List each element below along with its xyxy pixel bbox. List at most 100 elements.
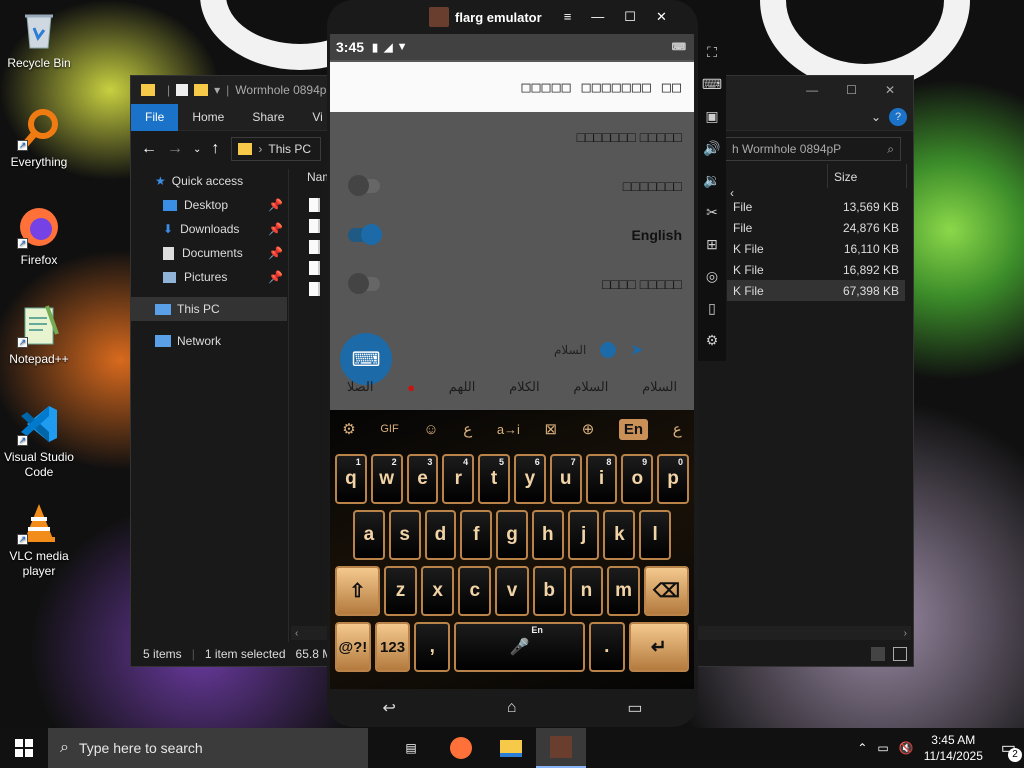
key-q[interactable]: 1q	[335, 454, 367, 504]
suggestion[interactable]: الصلا	[347, 379, 374, 395]
shake-icon[interactable]: ▯	[698, 292, 726, 324]
volume-down-icon[interactable]: 🔉	[698, 164, 726, 196]
key-l[interactable]: l	[639, 510, 672, 560]
ribbon-expand-icon[interactable]: ⌄	[863, 104, 889, 131]
menu-icon[interactable]: ≡	[564, 9, 572, 25]
sidebar-collapse-icon[interactable]: ‹	[730, 186, 734, 200]
key-d[interactable]: d	[424, 510, 457, 560]
toggle-on[interactable]	[348, 223, 382, 245]
table-row[interactable]: File 13,569 KB	[727, 196, 905, 217]
emulator-search-field[interactable]: □□□□□ □□□□□□□ □□	[330, 62, 694, 112]
home-nav-icon[interactable]: ⌂	[507, 699, 517, 717]
add-file-icon[interactable]: ⊞	[698, 228, 726, 260]
up-icon[interactable]: ↑	[211, 140, 219, 158]
key-n[interactable]: n	[569, 566, 603, 616]
toggle-off[interactable]	[348, 174, 380, 196]
nav-this-pc[interactable]: This PC	[131, 297, 287, 321]
location-icon[interactable]: ◎	[698, 260, 726, 292]
key-i[interactable]: 8i	[585, 454, 618, 504]
recent-locations-icon[interactable]: ⌄	[193, 144, 201, 155]
clipboard-icon[interactable]: ⊠	[545, 420, 558, 438]
shift-key-icon[interactable]: ⇧	[335, 566, 380, 616]
desktop-icon-vscode[interactable]: ↗ Visual Studio Code	[2, 402, 76, 480]
network-tray-icon[interactable]: ▭	[877, 741, 888, 755]
minimize-icon[interactable]: —	[806, 83, 818, 97]
quick-access-dropdown-icon[interactable]: ▾	[214, 83, 220, 97]
nav-pictures[interactable]: Pictures 📌	[131, 265, 287, 289]
show-hidden-icons-icon[interactable]: ⌃	[857, 741, 867, 755]
taskbar-firefox-icon[interactable]	[436, 728, 486, 768]
table-row[interactable]: File 24,876 KB	[727, 217, 905, 238]
settings-gear-icon[interactable]: ⚙	[698, 324, 726, 356]
maximize-icon[interactable]: ☐	[846, 83, 857, 97]
new-folder-icon[interactable]	[194, 84, 209, 96]
key-e[interactable]: 3e	[406, 454, 439, 504]
desktop-icon-recycle-bin[interactable]: Recycle Bin	[2, 8, 76, 71]
arabic-script-icon[interactable]: ع	[463, 420, 472, 438]
suggestion[interactable]: اللهم	[449, 379, 476, 395]
suggestion[interactable]: السلام	[573, 379, 608, 395]
scroll-left-icon[interactable]: ‹	[295, 628, 298, 639]
maximize-icon[interactable]: ☐	[624, 9, 636, 25]
nav-downloads[interactable]: ⬇ Downloads 📌	[131, 217, 287, 241]
taskbar-search[interactable]: ⌕ Type here to search	[48, 728, 368, 768]
transliteration-icon[interactable]: a→i	[497, 422, 520, 437]
language-en-button[interactable]: En	[618, 418, 649, 440]
tab-home[interactable]: Home	[178, 104, 238, 131]
toggle-off[interactable]	[348, 272, 380, 294]
key-a[interactable]: a	[353, 510, 385, 560]
space-key[interactable]: 🎤 En	[454, 622, 585, 672]
language-ar-button[interactable]: ع	[673, 420, 682, 438]
setting-row-1[interactable]: □□□□□□□	[330, 161, 694, 210]
enter-key-icon[interactable]: ↵	[628, 622, 689, 672]
desktop-icon-vlc[interactable]: ↗ VLC media player	[2, 501, 76, 579]
emoji-icon[interactable]: ☺	[423, 421, 438, 438]
period-key[interactable]: .	[588, 622, 625, 672]
start-button[interactable]	[0, 728, 48, 768]
key-s[interactable]: s	[388, 510, 421, 560]
install-apk-icon[interactable]: ▣	[698, 100, 726, 132]
key-v[interactable]: v	[495, 566, 529, 616]
gif-icon[interactable]: GIF	[380, 423, 398, 435]
tab-file[interactable]: File	[131, 103, 179, 131]
table-row-selected[interactable]: K File 67,398 KB	[727, 280, 905, 301]
key-t[interactable]: 5t	[478, 454, 510, 504]
key-f[interactable]: f	[460, 510, 493, 560]
scroll-right-icon[interactable]: ›	[904, 628, 907, 639]
nav-quick-access[interactable]: ★ Quick access	[131, 169, 287, 193]
key-x[interactable]: x	[421, 566, 455, 616]
send-icon[interactable]: ➤	[630, 340, 643, 360]
backspace-key-icon[interactable]: ⌫	[644, 566, 690, 616]
gear-icon[interactable]: ⚙	[342, 420, 355, 438]
nav-network[interactable]: Network	[131, 329, 287, 353]
table-row[interactable]: K File 16,110 KB	[727, 238, 905, 259]
nav-desktop[interactable]: Desktop 📌	[131, 193, 287, 217]
properties-icon[interactable]	[176, 84, 189, 96]
column-header-size[interactable]: Size	[827, 164, 907, 188]
symbols-key[interactable]: @?!	[335, 622, 371, 672]
help-icon[interactable]: ?	[889, 108, 907, 126]
key-m[interactable]: m	[606, 566, 641, 616]
emoji-icon[interactable]	[600, 342, 617, 358]
suggest-word[interactable]: السلام	[554, 343, 586, 357]
key-z[interactable]: z	[383, 566, 418, 616]
screenshot-icon[interactable]: ✂	[698, 196, 726, 228]
minimize-icon[interactable]: —	[591, 9, 604, 25]
task-view-icon[interactable]: ▤	[386, 728, 436, 768]
fullscreen-icon[interactable]: ⛶	[698, 36, 726, 68]
key-g[interactable]: g	[496, 510, 528, 560]
numbers-key[interactable]: 123	[374, 622, 411, 672]
notifications-icon[interactable]: ▭ 2	[1001, 738, 1022, 762]
suggestion[interactable]: الكلام	[509, 379, 540, 395]
key-j[interactable]: j	[567, 510, 600, 560]
suggestion[interactable]: السلام	[642, 379, 677, 395]
key-h[interactable]: h	[531, 510, 564, 560]
table-row[interactable]: K File 16,892 KB	[727, 259, 905, 280]
large-icons-view-icon[interactable]	[893, 647, 907, 661]
key-k[interactable]: k	[603, 510, 636, 560]
globe-icon[interactable]: ⊕	[582, 420, 595, 438]
key-p[interactable]: 0p	[657, 454, 689, 504]
taskbar-explorer-icon[interactable]	[486, 728, 536, 768]
address-bar[interactable]: › This PC	[231, 137, 322, 161]
forward-icon[interactable]: →	[167, 140, 183, 158]
